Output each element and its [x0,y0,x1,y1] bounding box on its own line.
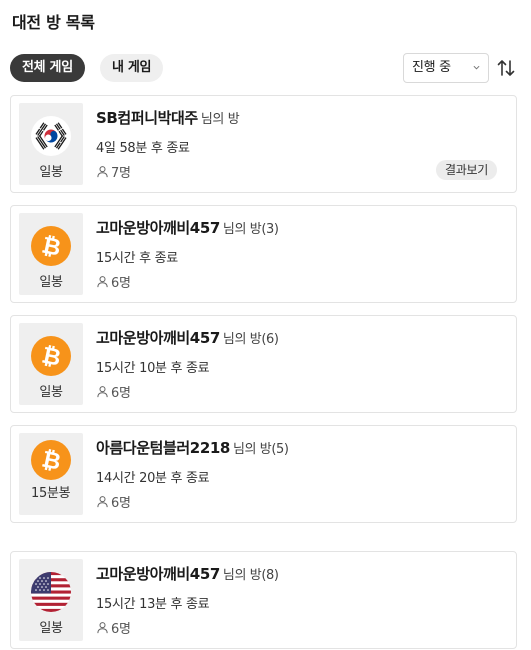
player-count-value: 6명 [111,386,131,401]
host-name: 고마운방아깨비457 [96,219,220,237]
player-count: 6명 [96,492,131,511]
room-card[interactable]: ₿ 일봉 고마운방아깨비457 님의 방(6) 15시간 10분 후 종료 6명 [10,315,517,413]
korea-flag-icon [31,116,71,156]
room-thumbnail: ₿ 일봉 [19,323,83,405]
player-count: 7명 [96,162,131,181]
host-name: SB컴퍼니박대주 [96,109,198,127]
person-icon [97,496,108,508]
page-title: 대전 방 목록 [12,13,95,32]
room-card[interactable]: 일봉 SB컴퍼니박대주 님의 방 4일 58분 후 종료 7명 결과보기 [10,95,517,193]
room-title: 아름다운텀블러2218 님의 방(5) [96,437,289,458]
person-icon [97,386,108,398]
person-icon [97,276,108,288]
room-suffix: 님의 방(3) [222,222,279,237]
my-games-tab[interactable]: 내 게임 [100,54,164,82]
player-count-value: 6명 [111,496,131,511]
room-end-time: 15시간 10분 후 종료 [96,361,210,376]
player-count: 6명 [96,382,131,401]
sort-arrows-icon[interactable] [495,57,517,79]
person-icon [97,166,108,178]
player-count: 6명 [96,618,131,637]
room-thumbnail: ₿ 15분봉 [19,433,83,515]
status-select-value: 진행 중 [412,60,451,75]
room-title: 고마운방아깨비457 님의 방(6) [96,327,279,348]
candle-type-label: 일봉 [39,275,63,290]
candle-type-label: 일봉 [39,385,63,400]
room-title: 고마운방아깨비457 님의 방(8) [96,563,279,584]
room-end-time: 14시간 20분 후 종료 [96,471,210,486]
room-card[interactable]: ₿ 일봉 고마운방아깨비457 님의 방(3) 15시간 후 종료 6명 [10,205,517,303]
host-name: 아름다운텀블러2218 [96,439,230,457]
candle-type-label: 일봉 [39,621,63,636]
player-count-value: 7명 [111,166,131,181]
room-suffix: 님의 방(6) [222,332,279,347]
room-suffix: 님의 방(5) [232,442,289,457]
chevron-down-icon [473,65,480,70]
player-count: 6명 [96,272,131,291]
us-flag-icon [31,572,71,612]
room-end-time: 15시간 후 종료 [96,251,178,266]
room-card[interactable]: 일봉 고마운방아깨비457 님의 방(8) 15시간 13분 후 종료 6명 [10,551,517,649]
room-title: 고마운방아깨비457 님의 방(3) [96,217,279,238]
person-icon [97,622,108,634]
filter-bar: 전체 게임 내 게임 진행 중 [10,53,520,83]
room-thumbnail: ₿ 일봉 [19,213,83,295]
view-result-button[interactable]: 결과보기 [436,160,497,180]
bitcoin-icon: ₿ [31,336,71,376]
bitcoin-icon: ₿ [31,226,71,266]
room-thumbnail: 일봉 [19,559,83,641]
room-title: SB컴퍼니박대주 님의 방 [96,107,240,128]
candle-type-label: 15분봉 [31,486,71,501]
room-end-time: 15시간 13분 후 종료 [96,597,210,612]
room-thumbnail: 일봉 [19,103,83,185]
candle-type-label: 일봉 [39,165,63,180]
all-games-tab[interactable]: 전체 게임 [10,54,85,82]
room-suffix: 님의 방(8) [222,568,279,583]
status-select[interactable]: 진행 중 [403,53,489,83]
room-end-time: 4일 58분 후 종료 [96,141,190,156]
host-name: 고마운방아깨비457 [96,565,220,583]
room-suffix: 님의 방 [200,112,240,127]
room-card[interactable]: ₿ 15분봉 아름다운텀블러2218 님의 방(5) 14시간 20분 후 종료 … [10,425,517,523]
player-count-value: 6명 [111,276,131,291]
player-count-value: 6명 [111,622,131,637]
host-name: 고마운방아깨비457 [96,329,220,347]
bitcoin-icon: ₿ [31,440,71,480]
